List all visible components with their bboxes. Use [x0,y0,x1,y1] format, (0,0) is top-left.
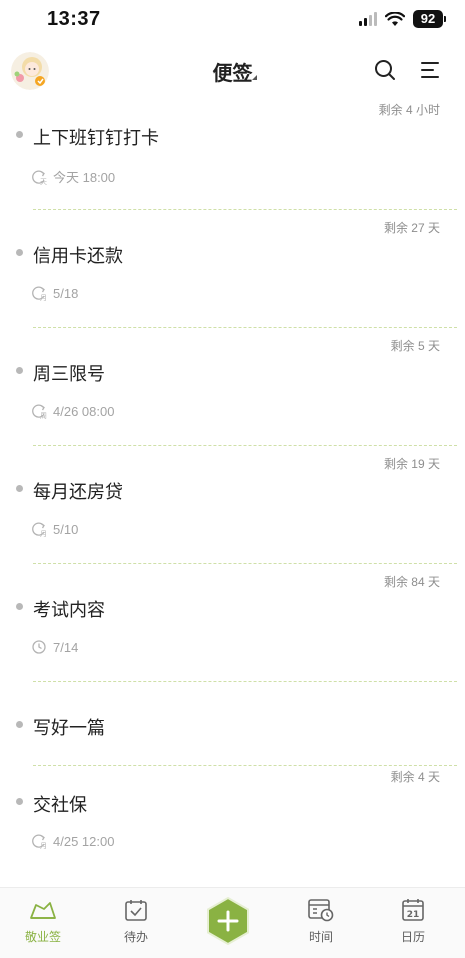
tab-label: 时间 [308,930,333,944]
remaining-time: 剩余 5 天 [390,339,440,353]
tab-calendar[interactable]: 21 日历 [378,896,448,945]
search-icon [375,60,395,80]
remaining-time: 剩余 19 天 [383,457,440,471]
calendar-day: 21 [407,910,420,920]
wifi-icon [385,11,405,26]
note-item[interactable]: 写好一篇 [0,688,465,772]
status-time: 13:37 [47,8,101,30]
title-dropdown-icon[interactable] [252,75,257,80]
note-divider [33,327,457,328]
reminder-text: 4/25 12:00 [53,833,115,849]
status-indicators: 92 [359,10,446,28]
note-title: 信用卡还款 [33,246,123,266]
calendar-icon: 21 [402,899,424,921]
repeat-monthly-icon: 月 [32,522,47,537]
note-bullet [16,131,23,138]
repeat-daily-icon: 天 [32,169,47,185]
note-title: 每月还房贷 [33,482,123,502]
repeat-monthly-icon: 月 [32,286,47,301]
note-item[interactable]: 剩余 5 天 周三限号 周 4/26 08:00 [0,334,465,452]
note-reminder: 7/14 [31,639,78,655]
repeat-monthly-icon: 月 [32,834,47,849]
note-item[interactable]: 剩余 4 天 交社保 月 4/25 12:00 [0,770,465,890]
app-header: 便签 [0,48,465,94]
battery-indicator: 92 [413,10,446,28]
note-bullet [16,249,23,256]
note-bullet [16,367,23,374]
tab-label: 敬业签 [24,930,61,944]
note-item[interactable]: 剩余 4 小时 上下班钉钉打卡 天 今天 18:00 [0,98,465,216]
note-title: 写好一篇 [33,718,105,738]
reminder-text: 今天 18:00 [53,170,116,185]
note-divider [33,765,457,766]
tab-todo[interactable]: 待办 [101,896,171,945]
repeat-weekly-icon: 周 [32,404,47,419]
note-reminder: 周 4/26 08:00 [31,403,114,419]
note-title: 周三限号 [33,364,105,384]
note-bullet [16,485,23,492]
note-divider [33,445,457,446]
note-item[interactable]: 剩余 27 天 信用卡还款 月 5/18 [0,216,465,334]
note-reminder: 月 5/10 [31,521,78,537]
note-title: 交社保 [33,795,87,815]
timeline-icon [308,899,334,922]
remaining-time: 剩余 4 小时 [378,103,440,117]
note-reminder: 天 今天 18:00 [31,167,115,186]
tab-time[interactable]: 时间 [286,896,356,945]
note-reminder: 月 5/18 [31,285,78,301]
svg-text:月: 月 [40,530,47,537]
reminder-text: 5/10 [53,521,79,537]
svg-text:月: 月 [40,294,47,301]
note-divider [33,209,457,210]
note-title: 上下班钉钉打卡 [33,128,159,148]
note-item[interactable]: 剩余 84 天 考试内容 7/14 [0,570,465,688]
add-note-button[interactable] [205,896,251,946]
add-icon [207,896,249,946]
remaining-time: 剩余 27 天 [383,221,440,235]
note-divider [33,563,457,564]
tab-label: 待办 [123,930,148,944]
note-title: 考试内容 [33,600,105,620]
note-bullet [16,721,23,728]
reminder-text: 5/18 [53,285,79,301]
notebook-icon [30,902,56,919]
clock-icon [32,640,46,654]
reminder-text: 4/26 08:00 [53,403,115,419]
page-title: 便签 [212,63,253,85]
remaining-time: 剩余 4 天 [390,770,440,784]
remaining-time: 剩余 84 天 [383,575,440,589]
note-item[interactable]: 剩余 19 天 每月还房贷 月 5/10 [0,452,465,570]
reminder-text: 7/14 [53,639,79,655]
note-bullet [16,603,23,610]
todo-check-icon [125,900,147,921]
bottom-tab-bar: 敬业签 待办 时间 21 日历 [0,887,465,958]
search-button[interactable] [371,56,399,84]
svg-text:天: 天 [40,178,47,185]
svg-text:周: 周 [40,412,47,419]
note-divider [33,681,457,682]
menu-button[interactable] [416,56,444,84]
note-bullet [16,798,23,805]
status-bar: 13:37 92 [0,0,465,44]
tab-notes[interactable]: 敬业签 [8,896,78,945]
tab-label: 日历 [400,930,425,944]
menu-icon [421,62,439,78]
note-list: 剩余 4 小时 上下班钉钉打卡 天 今天 18:00 剩余 27 天 信用卡还款… [0,98,465,890]
cellular-signal-icon [359,12,377,26]
svg-text:月: 月 [40,842,47,849]
note-reminder: 月 4/25 12:00 [31,833,114,849]
